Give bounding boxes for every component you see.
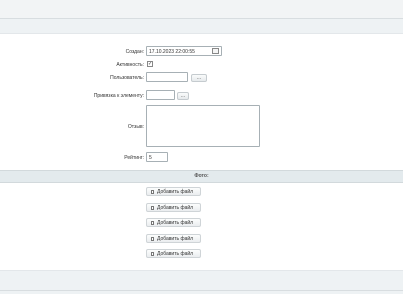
created-date-value: 17.10.2023 22:00:55 [149, 49, 195, 55]
add-file-label: Добавить файл [157, 250, 194, 257]
active-checkbox[interactable]: ✓ [147, 61, 153, 67]
add-file-button[interactable]: Добавить файл [146, 249, 201, 258]
add-file-label: Добавить файл [157, 188, 194, 195]
file-icon [151, 251, 154, 256]
file-icon [151, 189, 154, 194]
add-file-button[interactable]: Добавить файл [146, 187, 201, 196]
element-link-field[interactable] [146, 90, 175, 100]
element-link-label: Привязка к элементу: [93, 93, 144, 99]
add-file-button[interactable]: Добавить файл [146, 218, 201, 227]
user-label: Пользователь: [110, 75, 144, 81]
photos-section-header: Фото: [0, 170, 403, 183]
calendar-icon[interactable] [212, 48, 219, 54]
user-select-button[interactable]: ... [191, 74, 207, 82]
user-field[interactable] [146, 72, 188, 82]
active-label: Активность: [116, 62, 144, 68]
created-label: Создан: [125, 49, 144, 55]
footer-divider [0, 290, 403, 291]
rating-label: Рейтинг: [124, 155, 144, 161]
rating-field[interactable]: 5 [146, 152, 168, 162]
file-icon [151, 205, 154, 210]
edit-form-panel [0, 33, 403, 271]
created-date-field[interactable]: 17.10.2023 22:00:55 [146, 46, 222, 56]
file-icon [151, 236, 154, 241]
add-file-label: Добавить файл [157, 219, 194, 226]
review-textarea[interactable] [146, 105, 260, 147]
review-label: Отзыв: [127, 124, 144, 130]
element-select-button[interactable]: ... [177, 92, 189, 100]
add-file-label: Добавить файл [157, 235, 194, 242]
rating-value: 5 [149, 155, 152, 161]
add-file-label: Добавить файл [157, 204, 194, 211]
add-file-button[interactable]: Добавить файл [146, 234, 201, 243]
file-icon [151, 220, 154, 225]
top-bar [0, 0, 403, 19]
add-file-button[interactable]: Добавить файл [146, 203, 201, 212]
